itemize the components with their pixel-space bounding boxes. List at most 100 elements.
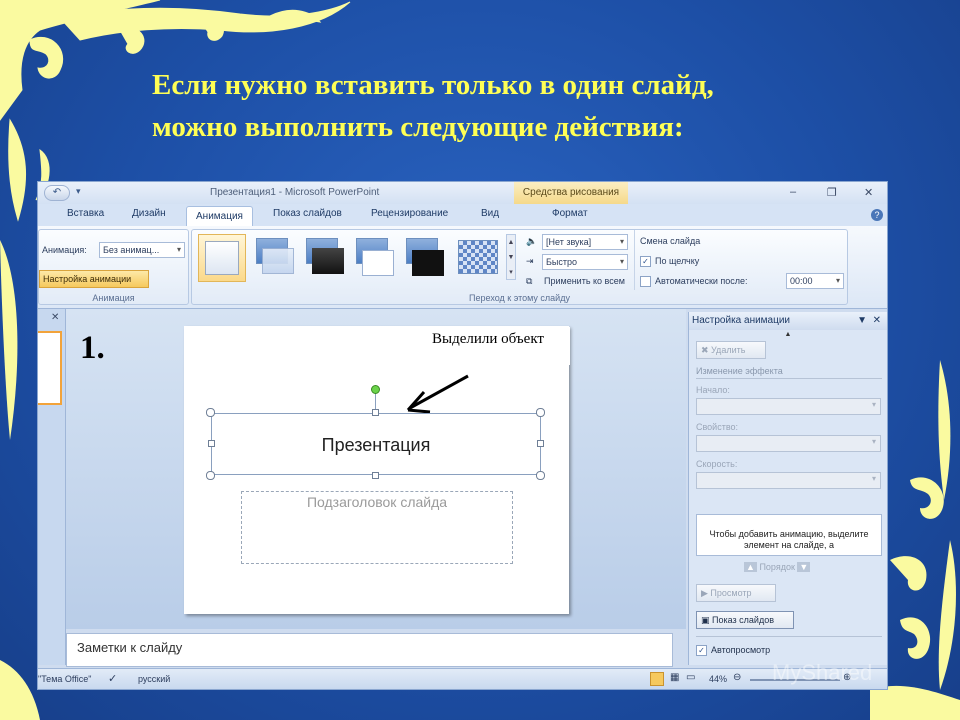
pane-scroll-up-icon[interactable]: ▲ <box>689 331 887 339</box>
pane-close-icon[interactable]: ✕ <box>873 312 881 330</box>
sound-select[interactable]: [Нет звука] <box>542 234 628 250</box>
animation-list-info: Чтобы добавить анимацию, выделите элемен… <box>696 514 882 556</box>
order-control[interactable]: ▲ Порядок ▼ <box>744 562 811 572</box>
transition-cut-thumb[interactable] <box>354 238 394 278</box>
language-label: русский <box>138 674 171 684</box>
subtitle-placeholder[interactable]: Подзаголовок слайда <box>241 491 513 564</box>
tab-slide-show[interactable]: Показ слайдов <box>273 208 342 219</box>
ribbon-tabs: Вставка Дизайн Анимация Показ слайдов Ре… <box>38 204 887 248</box>
sound-icon: 🔈 <box>526 236 538 246</box>
title-placeholder[interactable]: Презентация <box>211 413 541 475</box>
ornament-left-edge <box>0 240 40 720</box>
tab-review[interactable]: Рецензирование <box>371 208 448 219</box>
notes-field[interactable]: Заметки к слайду <box>66 633 673 667</box>
resize-handle-l[interactable] <box>208 440 215 447</box>
pane-menu-icon[interactable]: ▼ <box>857 312 867 330</box>
preview-button[interactable]: ▶ Просмотр <box>696 584 776 602</box>
watermark: MyShared <box>772 660 873 685</box>
zoom-level: 44% <box>709 674 728 684</box>
close-icon[interactable]: ✕ <box>864 186 873 199</box>
advance-slide-title: Смена слайда <box>640 236 701 246</box>
auto-after-label: Автоматически после: <box>655 276 748 286</box>
slideshow-view-icon[interactable]: ▭ <box>686 672 695 683</box>
custom-animation-pane: Настройка анимации ▼ ✕ ▲ ✖ Удалить Измен… <box>688 312 887 665</box>
heading-line-2: можно выполнить следующие действия: <box>152 111 684 143</box>
apply-all-button[interactable]: Применить ко всем <box>544 276 625 286</box>
resize-handle-br[interactable] <box>536 471 545 480</box>
order-label: Порядок <box>759 562 795 572</box>
animation-group-label: Анимация <box>92 293 135 303</box>
pane-title: Настройка анимации <box>692 315 791 326</box>
remove-icon: ✖ <box>701 345 712 355</box>
transition-none-thumb[interactable] <box>198 234 246 282</box>
slides-pane-close-icon[interactable]: ✕ <box>51 312 59 323</box>
transition-dissolve-thumb[interactable] <box>458 240 498 274</box>
animation-label: Анимация: <box>42 245 87 255</box>
transition-black-thumb[interactable] <box>304 238 344 278</box>
help-icon[interactable]: ? <box>871 209 883 221</box>
transition-group: ▲▼▾ 🔈 [Нет звука] ⇥ Быстро ⧉ Применить к… <box>191 229 848 305</box>
rotation-handle[interactable] <box>371 385 380 394</box>
custom-animation-button[interactable]: Настройка анимации <box>39 270 149 288</box>
tab-insert[interactable]: Вставка <box>67 208 104 219</box>
property-label: Свойство: <box>696 422 739 432</box>
change-effect-title: Изменение эффекта <box>696 366 783 376</box>
normal-view-icon[interactable] <box>650 672 664 686</box>
auto-after-checkbox[interactable]: Автоматически после: <box>640 276 748 288</box>
zoom-out-icon[interactable]: ⊖ <box>733 672 741 683</box>
tab-view[interactable]: Вид <box>481 208 499 219</box>
remove-button[interactable]: ✖ Удалить <box>696 341 766 359</box>
tab-animation[interactable]: Анимация <box>186 206 253 227</box>
start-label: Начало: <box>696 385 730 395</box>
minimize-icon[interactable]: – <box>790 186 796 198</box>
order-up-icon[interactable]: ▲ <box>744 562 757 572</box>
order-down-icon[interactable]: ▼ <box>797 562 811 572</box>
ribbon: Анимация: Без анимац... Настройка анимац… <box>38 226 887 309</box>
speed-pane-select[interactable] <box>696 472 881 489</box>
property-select[interactable] <box>696 435 881 452</box>
transition-fade-thumb[interactable] <box>254 238 294 278</box>
title-bar: ↶ ▾ Презентация1 - Microsoft PowerPoint … <box>38 182 887 204</box>
pane-header: Настройка анимации ▼ ✕ <box>689 312 887 330</box>
resize-handle-tr[interactable] <box>536 408 545 417</box>
quick-access-dropdown-icon[interactable]: ▾ <box>76 186 81 197</box>
gallery-scroll-icon[interactable]: ▲ ▼ ▾ <box>506 234 516 280</box>
callout-text: Выделили объект <box>406 327 570 365</box>
animation-select[interactable]: Без анимац... <box>99 242 185 258</box>
on-click-check-icon[interactable]: ✓ <box>640 256 651 268</box>
play-icon: ▶ <box>701 588 711 598</box>
start-select[interactable] <box>696 398 881 415</box>
transition-cut-black-thumb[interactable] <box>404 238 444 278</box>
slideshow-button[interactable]: ▣ Показ слайдов <box>696 611 794 629</box>
status-bar: "Тема Office" ✓ русский ▦ ▭ 44% ⊖ ⊕ <box>38 668 887 689</box>
autopreview-label: Автопросмотр <box>711 645 771 655</box>
spellcheck-icon[interactable]: ✓ <box>108 672 117 685</box>
sorter-view-icon[interactable]: ▦ <box>670 672 679 683</box>
restore-icon[interactable]: ❐ <box>827 186 837 199</box>
powerpoint-window: ↶ ▾ Презентация1 - Microsoft PowerPoint … <box>37 181 888 690</box>
autopreview-check-icon[interactable]: ✓ <box>696 645 707 657</box>
slide-thumbnail[interactable] <box>38 331 62 405</box>
resize-handle-b[interactable] <box>372 472 379 479</box>
undo-icon[interactable]: ↶ <box>44 185 70 201</box>
tab-design[interactable]: Дизайн <box>132 208 166 219</box>
slide-heading: Если нужно вставить только в один слайд,… <box>152 64 912 148</box>
slideshow-icon: ▣ <box>701 615 713 625</box>
resize-handle-tl[interactable] <box>206 408 215 417</box>
autopreview-checkbox[interactable]: ✓ Автопросмотр <box>696 645 771 657</box>
resize-handle-t[interactable] <box>372 409 379 416</box>
resize-handle-r[interactable] <box>537 440 544 447</box>
transition-group-label: Переход к этому слайду <box>469 293 570 303</box>
speed-icon: ⇥ <box>526 256 534 266</box>
animation-group: Анимация: Без анимац... Настройка анимац… <box>38 229 189 305</box>
speed-select[interactable]: Быстро <box>542 254 628 270</box>
step-number: 1. <box>80 330 105 366</box>
contextual-tab-group: Средства рисования <box>514 182 628 204</box>
on-click-checkbox[interactable]: ✓ По щелчку <box>640 256 700 268</box>
tab-format[interactable]: Формат <box>552 208 588 219</box>
heading-line-1: Если нужно вставить только в один слайд, <box>152 69 714 101</box>
auto-after-spinner[interactable]: 00:00 <box>786 273 844 289</box>
on-click-label: По щелчку <box>655 256 700 266</box>
resize-handle-bl[interactable] <box>206 471 215 480</box>
auto-after-check-icon[interactable] <box>640 276 651 288</box>
